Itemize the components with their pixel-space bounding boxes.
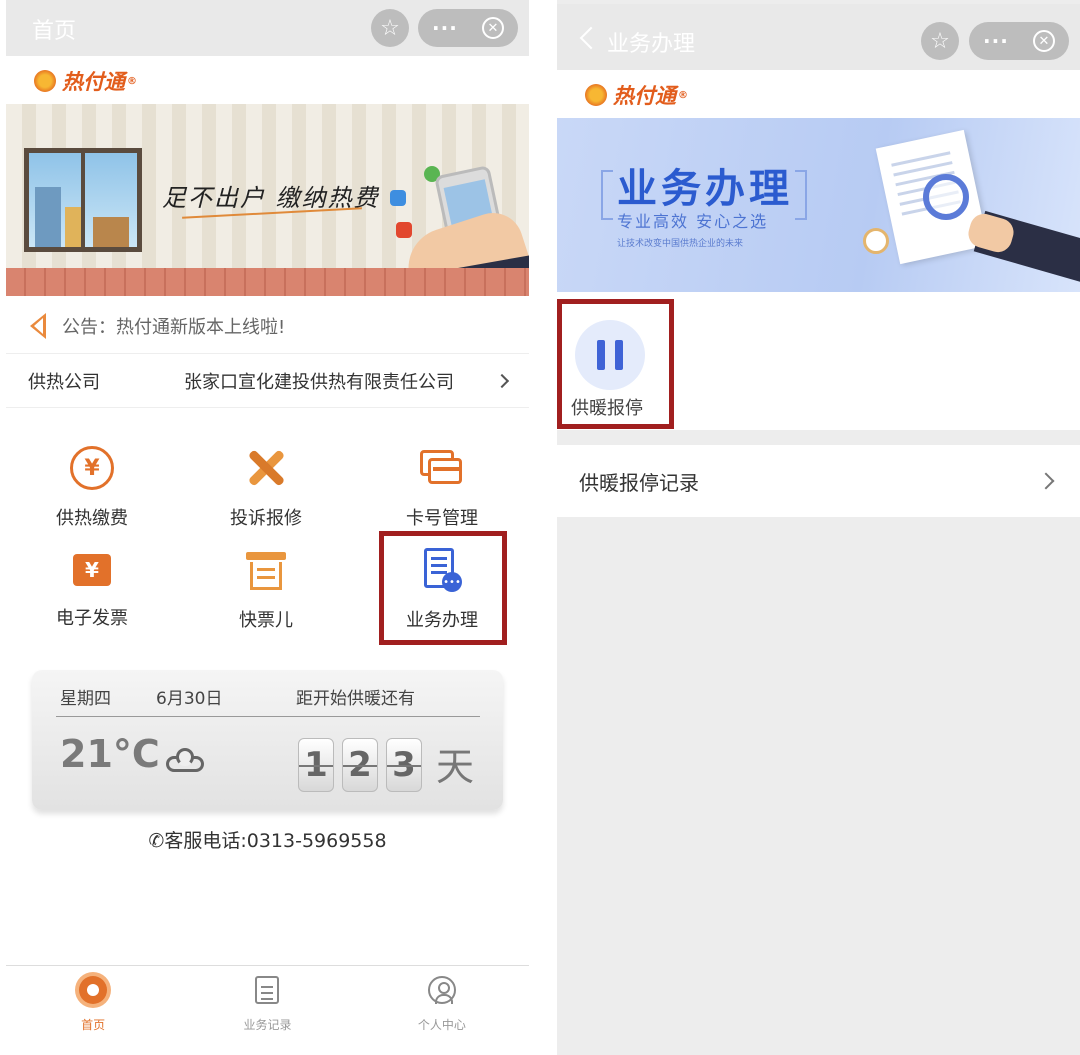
yuan-coin-icon: ¥ [70, 446, 114, 490]
countdown-unit: 天 [436, 745, 475, 789]
page-title: 业务办理 [607, 32, 696, 57]
page-title: 首页 [32, 19, 77, 44]
banner-tagline: 让技术改变中国供热企业的未来 [617, 239, 744, 249]
logo-text: 热付通 [613, 84, 676, 108]
tab-label: 首页 [81, 1018, 106, 1032]
grid-item-heating-payment[interactable]: ¥ 供热缴费 [32, 446, 152, 536]
banner-title: 业务办理 [617, 166, 793, 212]
alipay-icon [390, 190, 406, 206]
countdown-digit: 2 [342, 738, 378, 792]
chevron-right-icon [494, 373, 510, 388]
registered-mark: ® [127, 75, 137, 87]
tab-label: 业务记录 [243, 1018, 292, 1032]
tab-home[interactable]: 首页 [6, 966, 180, 1055]
magnifier-icon [923, 174, 969, 220]
business-banner: 业务办理 专业高效 安心之选 让技术改变中国供热企业的未来 [557, 118, 1080, 292]
highlight-box [379, 531, 507, 645]
home-screen: 首页 ☆ ··· ✕ 热付通 ® 足不出户 缴纳热费 公告：热付通新版本上线啦!… [6, 0, 529, 1055]
company-label: 供热公司 [28, 371, 100, 393]
logo-text: 热付通 [62, 70, 125, 94]
home-gear-icon [79, 976, 108, 1004]
home-banner[interactable]: 足不出户 缴纳热费 [6, 104, 529, 296]
grid-item-label: 供热缴费 [56, 508, 128, 529]
clock-icon [863, 228, 889, 254]
countdown-label: 距开始供暖还有 [296, 689, 415, 709]
tools-icon [244, 446, 288, 490]
banner-subtitle: 专业高效 安心之选 [617, 212, 769, 231]
invoice-icon: ¥ [73, 554, 111, 586]
business-handling-screen: 业务办理 ☆ ··· ✕ 热付通 ® 业务办理 专业高效 安心之选 让技术改变中… [557, 0, 1080, 1055]
grid-item-label: 电子发票 [56, 608, 128, 629]
divider [56, 716, 480, 717]
mini-program-capsule[interactable]: ··· ✕ [969, 22, 1069, 60]
notice-text: 公告：热付通新版本上线啦! [62, 316, 286, 338]
app-logo: 热付通 ® [34, 66, 137, 96]
cards-icon [420, 446, 464, 490]
grid-item-e-invoice[interactable]: ¥ 电子发票 [32, 548, 152, 638]
record-row-label: 供暖报停记录 [579, 470, 699, 495]
app-logo: 热付通 ® [585, 80, 688, 110]
countdown-digit: 3 [386, 738, 422, 792]
mini-program-capsule[interactable]: ··· ✕ [418, 9, 518, 47]
grid-item-complaint-repair[interactable]: 投诉报修 [206, 446, 326, 536]
receipt-icon [244, 548, 288, 592]
sun-logo-icon [585, 84, 607, 106]
title-bar: 首页 ☆ ··· ✕ [6, 0, 529, 56]
grid-item-label: 卡号管理 [406, 508, 478, 529]
window-illustration [24, 148, 142, 252]
chevron-right-icon [1037, 472, 1055, 490]
company-value: 张家口宣化建投供热有限责任公司 [184, 371, 454, 393]
speaker-icon [20, 311, 52, 341]
sun-logo-icon [34, 70, 56, 92]
bracket-decoration [795, 170, 807, 220]
tab-label: 个人中心 [417, 1018, 466, 1032]
date: 6月30日 [156, 689, 223, 709]
grid-item-quick-receipt[interactable]: 快票儿 [206, 548, 326, 638]
highlight-box [557, 299, 674, 429]
more-icon[interactable]: ··· [983, 29, 1009, 53]
star-icon[interactable]: ☆ [371, 9, 409, 47]
close-icon[interactable]: ✕ [482, 17, 504, 39]
heating-pause-records-row[interactable]: 供暖报停记录 [557, 445, 1080, 517]
grid-item-card-management[interactable]: 卡号管理 [382, 446, 502, 536]
tab-personal-center[interactable]: 个人中心 [355, 966, 529, 1055]
unionpay-icon [396, 222, 412, 238]
cloud-icon [166, 748, 204, 772]
customer-service-hotline[interactable]: ✆客服电话:0313-5969558 [6, 826, 529, 853]
back-chevron-icon[interactable] [579, 26, 603, 50]
grid-item-label: 投诉报修 [230, 508, 302, 529]
countdown-digit: 1 [298, 738, 334, 792]
temperature: 21°C [60, 732, 160, 776]
grid-item-label: 快票儿 [239, 610, 293, 631]
note-icon [255, 976, 280, 1004]
close-icon[interactable]: ✕ [1033, 30, 1055, 52]
weekday: 星期四 [60, 689, 111, 709]
user-icon [427, 976, 456, 1004]
title-bar: 业务办理 ☆ ··· ✕ [557, 4, 1080, 70]
bottom-tab-bar: 首页 业务记录 个人中心 [6, 965, 529, 1055]
notice-bar[interactable]: 公告：热付通新版本上线啦! [6, 298, 529, 354]
tab-business-records[interactable]: 业务记录 [180, 966, 354, 1055]
weather-card: 星期四 6月30日 距开始供暖还有 21°C 1 2 3 天 [32, 670, 503, 810]
more-icon[interactable]: ··· [432, 16, 458, 40]
bracket-decoration [601, 170, 613, 220]
registered-mark: ® [678, 89, 688, 101]
floor-decoration [6, 268, 529, 296]
company-selector[interactable]: 供热公司 张家口宣化建投供热有限责任公司 [6, 354, 529, 408]
star-icon[interactable]: ☆ [921, 22, 959, 60]
